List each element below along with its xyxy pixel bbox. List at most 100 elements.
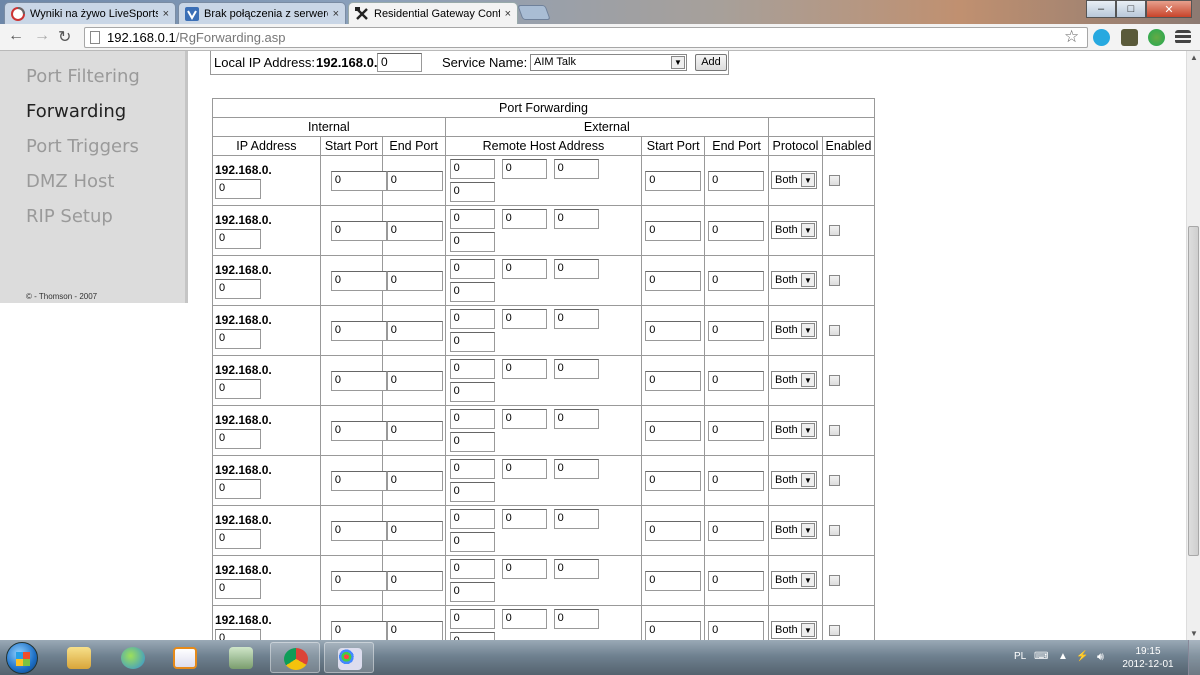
extension-icon[interactable]: [1121, 29, 1138, 46]
enabled-checkbox[interactable]: [828, 575, 840, 586]
remote-octet-1-input[interactable]: 0: [449, 459, 495, 479]
enabled-checkbox[interactable]: [828, 175, 840, 186]
ext-end-port-input[interactable]: 0: [708, 521, 765, 541]
show-desktop-button[interactable]: [1188, 640, 1200, 675]
tab-residential-gateway[interactable]: Residential Gateway Confi ×: [348, 2, 518, 24]
ext-start-port-input[interactable]: 0: [645, 521, 702, 541]
volume-icon[interactable]: 🔊︎: [1097, 651, 1104, 664]
remote-octet-3-input[interactable]: 0: [553, 409, 599, 429]
remote-octet-4-input[interactable]: 0: [449, 632, 495, 640]
ext-end-port-input[interactable]: 0: [708, 371, 765, 391]
ip-last-octet-input[interactable]: 0: [215, 279, 261, 299]
remote-octet-3-input[interactable]: 0: [553, 359, 599, 379]
show-hidden-icons-icon[interactable]: ▲: [1058, 651, 1068, 662]
scroll-up-icon[interactable]: ▲: [1190, 53, 1198, 62]
sidebar-item-forwarding[interactable]: Forwarding: [26, 101, 126, 122]
remote-octet-4-input[interactable]: 0: [449, 382, 495, 402]
scroll-thumb[interactable]: [1188, 226, 1199, 556]
tab-server-error[interactable]: Brak połączenia z serwerem ×: [178, 2, 346, 24]
ext-start-port-input[interactable]: 0: [645, 371, 702, 391]
end-port-input[interactable]: 0: [386, 471, 443, 491]
end-port-input[interactable]: 0: [386, 571, 443, 591]
remote-octet-2-input[interactable]: 0: [501, 559, 547, 579]
taskbar-chrome[interactable]: [270, 642, 320, 673]
end-port-input[interactable]: 0: [386, 221, 443, 241]
protocol-select[interactable]: Both ▼: [771, 421, 817, 439]
remote-octet-1-input[interactable]: 0: [449, 409, 495, 429]
add-button[interactable]: Add: [695, 54, 727, 71]
remote-octet-2-input[interactable]: 0: [501, 259, 547, 279]
remote-octet-1-input[interactable]: 0: [449, 609, 495, 629]
protocol-select[interactable]: Both ▼: [771, 471, 817, 489]
local-ip-input[interactable]: 0: [377, 53, 422, 72]
forward-arrow-icon[interactable]: →: [34, 27, 50, 45]
start-port-input[interactable]: 0: [330, 171, 387, 191]
start-port-input[interactable]: 0: [330, 471, 387, 491]
start-port-input[interactable]: 0: [330, 521, 387, 541]
ext-start-port-input[interactable]: 0: [645, 271, 702, 291]
start-button[interactable]: [6, 642, 38, 674]
ip-last-octet-input[interactable]: 0: [215, 379, 261, 399]
remote-octet-4-input[interactable]: 0: [449, 232, 495, 252]
end-port-input[interactable]: 0: [386, 371, 443, 391]
enabled-checkbox[interactable]: [828, 425, 840, 436]
ext-end-port-input[interactable]: 0: [708, 471, 765, 491]
remote-octet-1-input[interactable]: 0: [449, 309, 495, 329]
remote-octet-2-input[interactable]: 0: [501, 359, 547, 379]
remote-octet-2-input[interactable]: 0: [501, 209, 547, 229]
taskbar-media-player[interactable]: [160, 642, 210, 673]
enabled-checkbox[interactable]: [828, 275, 840, 286]
ext-end-port-input[interactable]: 0: [708, 321, 765, 341]
taskbar-paint[interactable]: [324, 642, 374, 673]
remote-octet-1-input[interactable]: 0: [449, 509, 495, 529]
protocol-select[interactable]: Both ▼: [771, 171, 817, 189]
ext-start-port-input[interactable]: 0: [645, 421, 702, 441]
menu-wrench-icon[interactable]: [1175, 30, 1191, 44]
ext-end-port-input[interactable]: 0: [708, 621, 765, 640]
remote-octet-1-input[interactable]: 0: [449, 209, 495, 229]
remote-octet-3-input[interactable]: 0: [553, 559, 599, 579]
system-clock[interactable]: 19:15 2012-12-01: [1118, 645, 1178, 671]
ext-end-port-input[interactable]: 0: [708, 271, 765, 291]
keyboard-icon[interactable]: ⌨: [1034, 651, 1048, 662]
protocol-select[interactable]: Both ▼: [771, 221, 817, 239]
remote-octet-4-input[interactable]: 0: [449, 332, 495, 352]
start-port-input[interactable]: 0: [330, 221, 387, 241]
skype-icon[interactable]: [1093, 29, 1110, 46]
power-plug-icon[interactable]: ⚡: [1076, 651, 1088, 662]
ext-start-port-input[interactable]: 0: [645, 471, 702, 491]
end-port-input[interactable]: 0: [386, 171, 443, 191]
ip-last-octet-input[interactable]: 0: [215, 329, 261, 349]
remote-octet-2-input[interactable]: 0: [501, 409, 547, 429]
remote-octet-1-input[interactable]: 0: [449, 359, 495, 379]
remote-octet-3-input[interactable]: 0: [553, 309, 599, 329]
ip-last-octet-input[interactable]: 0: [215, 529, 261, 549]
ip-last-octet-input[interactable]: 0: [215, 229, 261, 249]
enabled-checkbox[interactable]: [828, 225, 840, 236]
remote-octet-3-input[interactable]: 0: [553, 459, 599, 479]
ext-start-port-input[interactable]: 0: [645, 221, 702, 241]
ip-last-octet-input[interactable]: 0: [215, 179, 261, 199]
tab-livesports[interactable]: Wyniki na żywo LiveSports ×: [4, 2, 176, 24]
ip-last-octet-input[interactable]: 0: [215, 479, 261, 499]
taskbar-messenger[interactable]: [108, 642, 158, 673]
remote-octet-2-input[interactable]: 0: [501, 309, 547, 329]
end-port-input[interactable]: 0: [386, 621, 443, 640]
back-arrow-icon[interactable]: ←: [8, 27, 24, 45]
remote-octet-4-input[interactable]: 0: [449, 582, 495, 602]
ext-end-port-input[interactable]: 0: [708, 421, 765, 441]
end-port-input[interactable]: 0: [386, 521, 443, 541]
ip-last-octet-input[interactable]: 0: [215, 429, 261, 449]
start-port-input[interactable]: 0: [330, 621, 387, 640]
remote-octet-3-input[interactable]: 0: [553, 509, 599, 529]
taskbar-explorer[interactable]: [54, 642, 104, 673]
taskbar-recycle[interactable]: [216, 642, 266, 673]
ip-last-octet-input[interactable]: 0: [215, 629, 261, 640]
ext-start-port-input[interactable]: 0: [645, 321, 702, 341]
start-port-input[interactable]: 0: [330, 321, 387, 341]
remote-octet-3-input[interactable]: 0: [553, 609, 599, 629]
scroll-down-icon[interactable]: ▼: [1190, 629, 1198, 638]
protocol-select[interactable]: Both ▼: [771, 621, 817, 639]
close-tab-icon[interactable]: ×: [163, 8, 169, 20]
remote-octet-2-input[interactable]: 0: [501, 509, 547, 529]
